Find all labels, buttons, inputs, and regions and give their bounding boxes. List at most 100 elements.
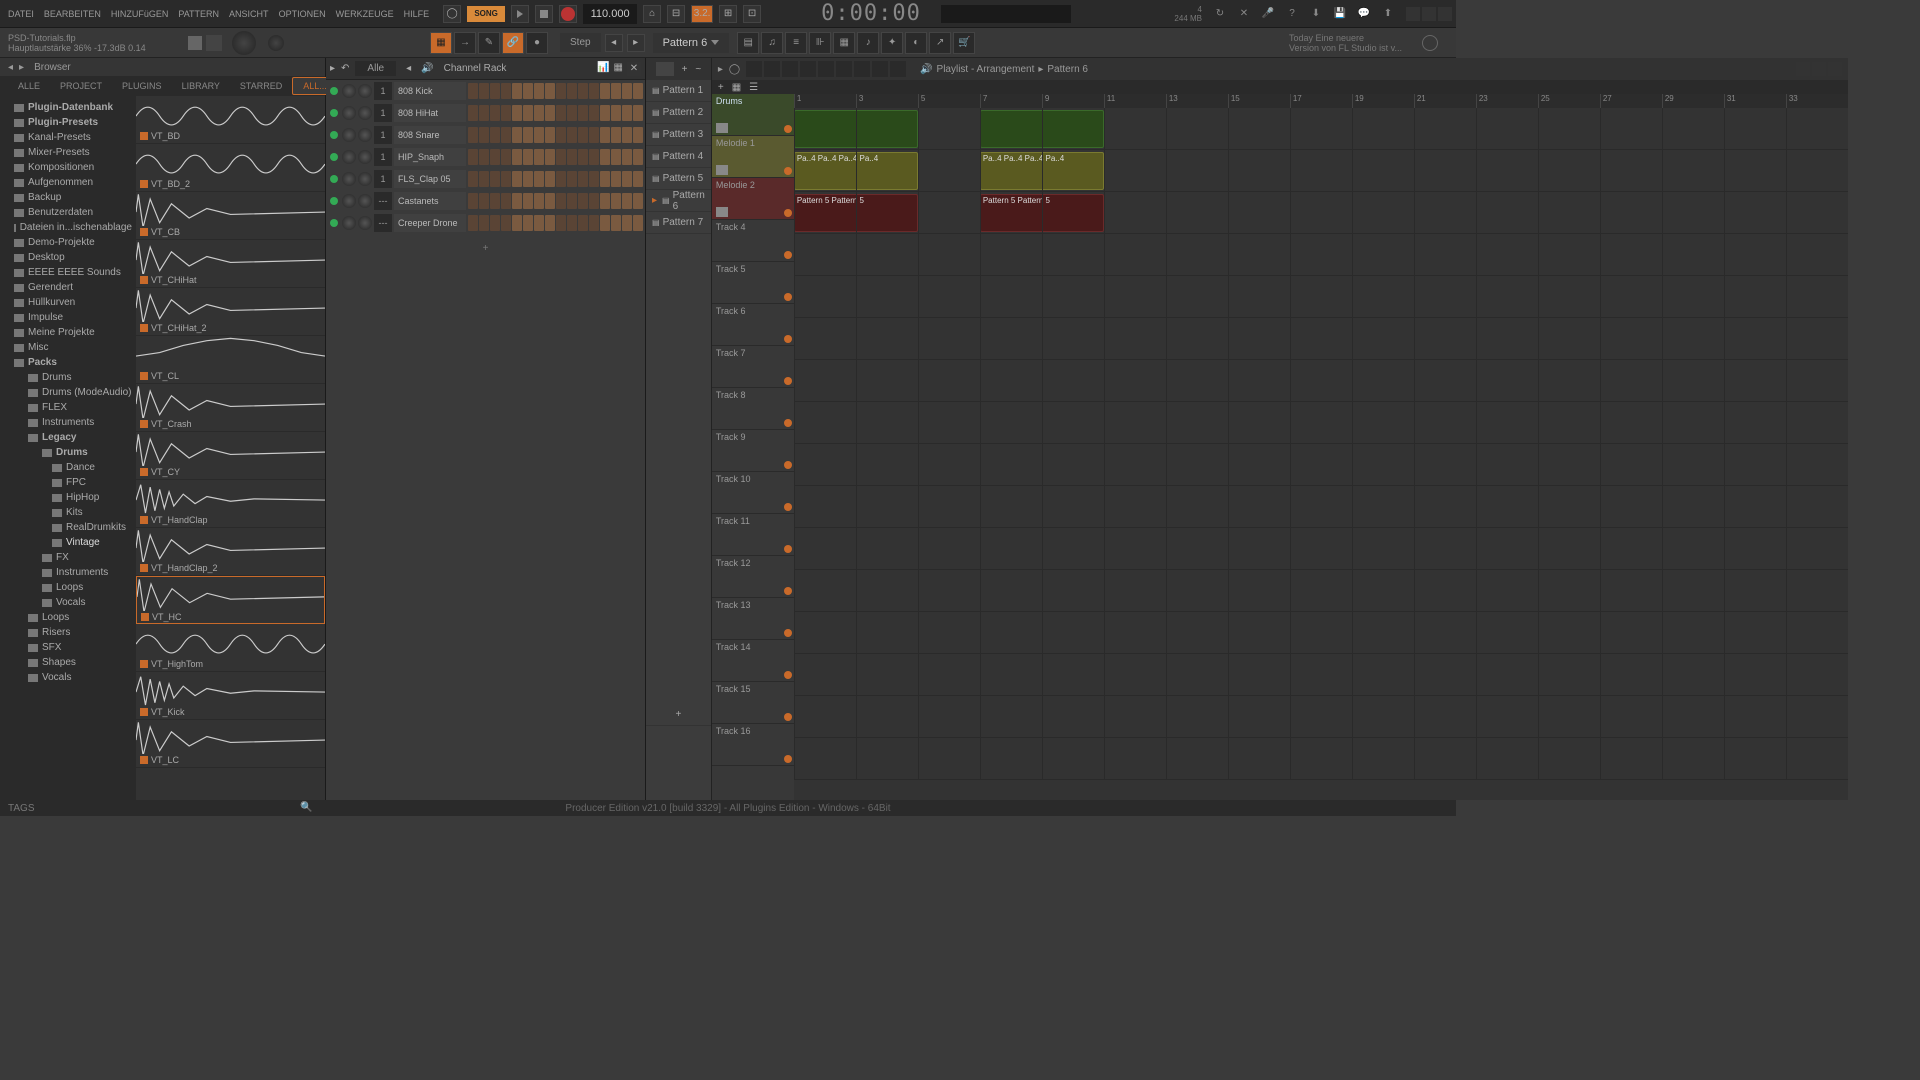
undo-history-icon[interactable]: ↻ — [1210, 4, 1230, 24]
ruler-tick[interactable]: 31 — [1724, 94, 1786, 108]
ruler-tick[interactable]: 15 — [1228, 94, 1290, 108]
download-icon[interactable]: ⬇ — [1306, 4, 1326, 24]
step-button[interactable] — [501, 105, 511, 121]
step-button[interactable] — [611, 215, 621, 231]
playlist-track[interactable] — [794, 696, 1848, 738]
sample-item[interactable]: VT_Kick — [136, 672, 325, 720]
browser-tree[interactable]: Plugin-DatenbankPlugin-PresetsKanal-Pres… — [0, 96, 136, 800]
playlist-track[interactable] — [794, 234, 1848, 276]
ruler-tick[interactable]: 9 — [1042, 94, 1104, 108]
playlist-track[interactable] — [794, 108, 1848, 150]
tree-item[interactable]: Instruments — [0, 415, 136, 430]
step-button[interactable] — [633, 193, 643, 209]
picker-view-icon[interactable] — [656, 62, 674, 76]
step-button[interactable] — [600, 105, 610, 121]
channel-mute[interactable] — [330, 109, 338, 117]
track-header[interactable]: Track 6 — [712, 304, 794, 346]
track-header[interactable]: Track 14 — [712, 640, 794, 682]
step-button[interactable] — [611, 149, 621, 165]
track-header[interactable]: Track 11 — [712, 514, 794, 556]
pl-tool-8[interactable] — [872, 61, 888, 77]
channel-pan-knob[interactable] — [342, 150, 356, 164]
step-button[interactable] — [490, 127, 500, 143]
wait-input-button[interactable]: ⊟ — [667, 5, 685, 23]
master-volume-knob[interactable] — [232, 31, 256, 55]
step-button[interactable] — [512, 193, 522, 209]
track-mute[interactable] — [784, 629, 792, 637]
step-button[interactable] — [567, 149, 577, 165]
menu-hinzufügen[interactable]: HINZUFüGEN — [107, 6, 173, 22]
step-button[interactable] — [534, 193, 544, 209]
tree-item[interactable]: Benutzerdaten — [0, 205, 136, 220]
tree-item[interactable]: Drums (ModeAudio) — [0, 385, 136, 400]
ruler-tick[interactable]: 17 — [1290, 94, 1352, 108]
channel-mixer-track[interactable]: 1 — [374, 126, 392, 144]
pl-view-2[interactable]: ☰ — [749, 82, 758, 93]
step-button[interactable] — [578, 127, 588, 143]
help-icon[interactable]: ? — [1282, 4, 1302, 24]
browser-tab-alle[interactable]: ALLE — [8, 78, 50, 94]
channel-name-button[interactable]: FLS_Clap 05 — [394, 170, 466, 188]
pl-tool-5[interactable] — [818, 61, 834, 77]
tree-item[interactable]: Vocals — [0, 670, 136, 685]
ruler-tick[interactable]: 29 — [1662, 94, 1724, 108]
step-button[interactable] — [534, 149, 544, 165]
channel-vol-knob[interactable] — [358, 194, 372, 208]
channel-name-button[interactable]: Castanets — [394, 192, 466, 210]
playlist-track[interactable] — [794, 486, 1848, 528]
step-button[interactable] — [556, 215, 566, 231]
track-header[interactable]: Track 12 — [712, 556, 794, 598]
step-button[interactable] — [479, 215, 489, 231]
pl-marker-icon[interactable]: + — [718, 82, 724, 93]
step-button[interactable] — [633, 171, 643, 187]
minimize-button[interactable] — [1406, 7, 1420, 21]
sample-item[interactable]: VT_BD — [136, 96, 325, 144]
sample-item[interactable]: VT_HighTom — [136, 624, 325, 672]
tree-item[interactable]: Kanal-Presets — [0, 130, 136, 145]
channel-vol-knob[interactable] — [358, 106, 372, 120]
track-header[interactable]: Drums — [712, 94, 794, 136]
channel-mute[interactable] — [330, 219, 338, 227]
step-button[interactable] — [479, 83, 489, 99]
playlist-track[interactable] — [794, 276, 1848, 318]
channel-vol-knob[interactable] — [358, 128, 372, 142]
loop-record-button[interactable]: ⊡ — [743, 5, 761, 23]
track-mute[interactable] — [784, 755, 792, 763]
step-button[interactable] — [578, 105, 588, 121]
channel-name-button[interactable]: 808 HiHat — [394, 104, 466, 122]
channel-group-selector[interactable]: Alle — [355, 61, 396, 76]
channel-pan-knob[interactable] — [342, 106, 356, 120]
overdub-button[interactable]: ⊞ — [719, 5, 737, 23]
track-header[interactable]: Track 16 — [712, 724, 794, 766]
step-button[interactable] — [512, 171, 522, 187]
step-button[interactable] — [490, 149, 500, 165]
pl-view-1[interactable]: ▦ — [732, 82, 741, 93]
track-mute[interactable] — [784, 167, 792, 175]
step-button[interactable] — [534, 171, 544, 187]
menu-datei[interactable]: DATEI — [4, 6, 38, 22]
step-button[interactable] — [534, 105, 544, 121]
channel-name-button[interactable]: HIP_Snaph — [394, 148, 466, 166]
tree-item[interactable]: Hüllkurven — [0, 295, 136, 310]
step-button[interactable] — [622, 171, 632, 187]
step-button[interactable] — [578, 149, 588, 165]
playlist-track[interactable] — [794, 612, 1848, 654]
step-button[interactable] — [545, 105, 555, 121]
step-button[interactable] — [501, 215, 511, 231]
step-button[interactable] — [633, 105, 643, 121]
pl-min[interactable] — [1796, 62, 1810, 76]
tree-item[interactable]: Backup — [0, 190, 136, 205]
channel-mixer-track[interactable]: --- — [374, 192, 392, 210]
tree-item[interactable]: Vintage — [0, 535, 136, 550]
news-panel[interactable]: Today Eine neuere Version von FL Studio … — [1289, 33, 1422, 53]
ruler-tick[interactable]: 19 — [1352, 94, 1414, 108]
channel-name-button[interactable]: 808 Snare — [394, 126, 466, 144]
step-button[interactable] — [567, 83, 577, 99]
step-button[interactable] — [556, 171, 566, 187]
cr-back-icon[interactable]: ↶ — [341, 63, 349, 74]
pattern-picker-item[interactable]: ▤ Pattern 1 — [646, 80, 711, 102]
step-button[interactable] — [534, 83, 544, 99]
step-button[interactable] — [545, 193, 555, 209]
step-button[interactable] — [578, 193, 588, 209]
track-header[interactable]: Melodie 2 — [712, 178, 794, 220]
